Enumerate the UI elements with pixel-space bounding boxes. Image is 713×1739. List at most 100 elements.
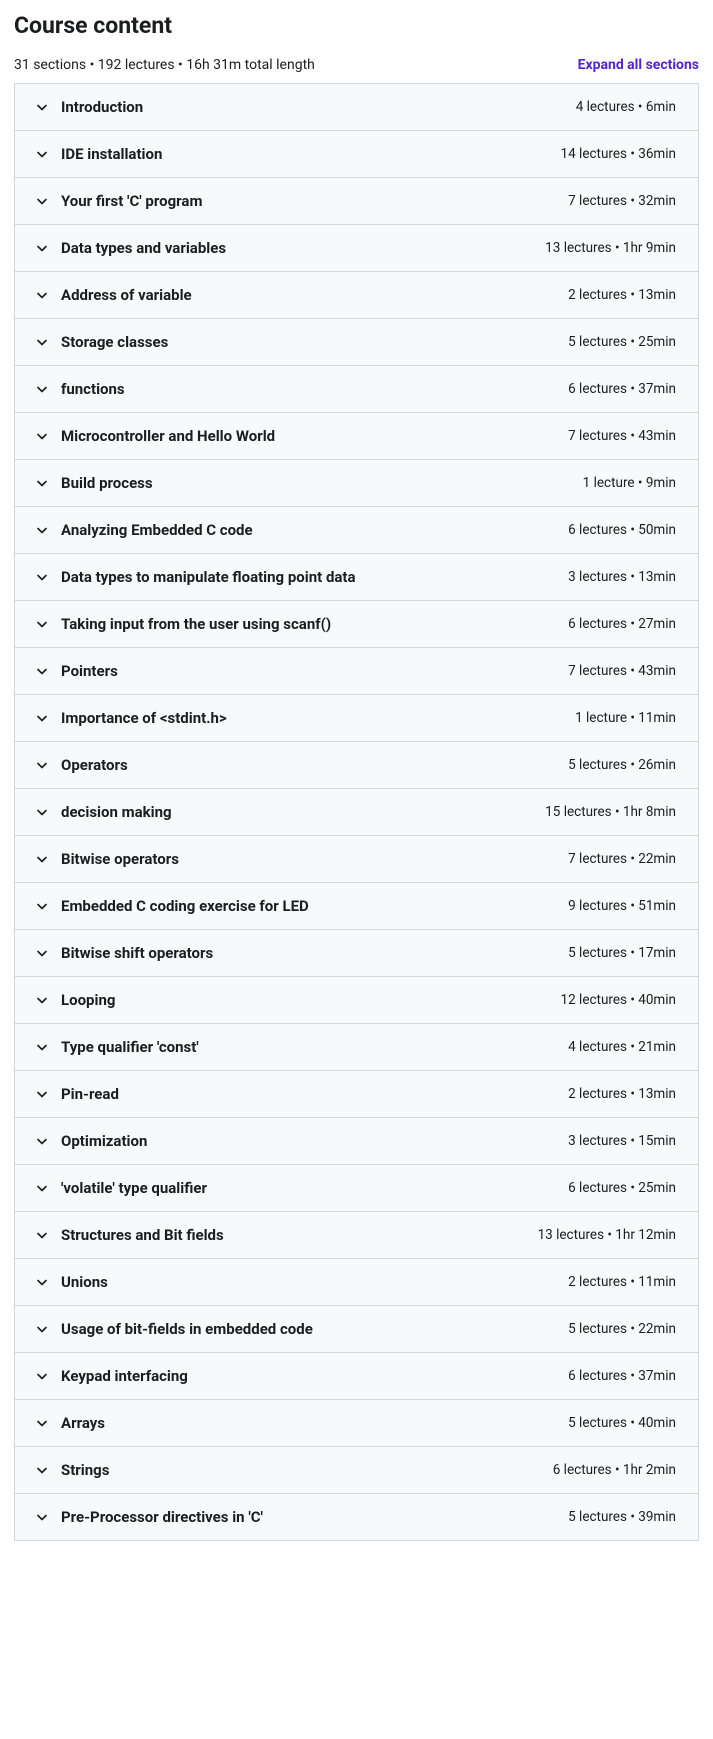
section-row[interactable]: decision making 15 lectures • 1hr 8min bbox=[15, 789, 698, 836]
section-left: Taking input from the user using scanf() bbox=[37, 615, 331, 633]
section-left: Pointers bbox=[37, 662, 118, 680]
section-meta: 3 lectures • 13min bbox=[568, 569, 676, 585]
section-title: Pin-read bbox=[61, 1085, 119, 1103]
section-left: Your first 'C' program bbox=[37, 192, 202, 210]
chevron-down-icon bbox=[37, 572, 47, 582]
section-title: Structures and Bit fields bbox=[61, 1226, 224, 1244]
section-left: Introduction bbox=[37, 98, 143, 116]
section-row[interactable]: Introduction 4 lectures • 6min bbox=[15, 84, 698, 131]
section-row[interactable]: Address of variable2 lectures • 13min bbox=[15, 272, 698, 319]
section-row[interactable]: 'volatile' type qualifier 6 lectures • 25… bbox=[15, 1165, 698, 1212]
section-title: Importance of <stdint.h> bbox=[61, 709, 227, 727]
chevron-down-icon bbox=[37, 854, 47, 864]
section-meta: 4 lectures • 21min bbox=[568, 1039, 676, 1055]
section-left: Optimization bbox=[37, 1132, 147, 1150]
section-title: Keypad interfacing bbox=[61, 1367, 188, 1385]
chevron-down-icon bbox=[37, 713, 47, 723]
section-row[interactable]: Your first 'C' program7 lectures • 32min bbox=[15, 178, 698, 225]
section-meta: 9 lectures • 51min bbox=[568, 898, 676, 914]
section-row[interactable]: IDE installation 14 lectures • 36min bbox=[15, 131, 698, 178]
section-title: Embedded C coding exercise for LED bbox=[61, 897, 309, 915]
section-row[interactable]: Unions2 lectures • 11min bbox=[15, 1259, 698, 1306]
section-row[interactable]: Data types and variables13 lectures • 1h… bbox=[15, 225, 698, 272]
section-title: Your first 'C' program bbox=[61, 192, 202, 210]
section-meta: 5 lectures • 26min bbox=[568, 757, 676, 773]
section-left: Bitwise shift operators bbox=[37, 944, 213, 962]
section-meta: 6 lectures • 25min bbox=[568, 1180, 676, 1196]
section-row[interactable]: Data types to manipulate floating point … bbox=[15, 554, 698, 601]
section-row[interactable]: Importance of <stdint.h>1 lecture • 11mi… bbox=[15, 695, 698, 742]
section-left: Operators bbox=[37, 756, 128, 774]
section-row[interactable]: Optimization 3 lectures • 15min bbox=[15, 1118, 698, 1165]
section-row[interactable]: functions 6 lectures • 37min bbox=[15, 366, 698, 413]
section-title: IDE installation bbox=[61, 145, 162, 163]
section-meta: 7 lectures • 43min bbox=[568, 663, 676, 679]
section-row[interactable]: Analyzing Embedded C code6 lectures • 50… bbox=[15, 507, 698, 554]
section-meta: 6 lectures • 37min bbox=[568, 1368, 676, 1384]
section-meta: 5 lectures • 22min bbox=[568, 1321, 676, 1337]
chevron-down-icon bbox=[37, 619, 47, 629]
section-left: Embedded C coding exercise for LED bbox=[37, 897, 309, 915]
section-meta: 5 lectures • 40min bbox=[568, 1415, 676, 1431]
section-left: functions bbox=[37, 380, 125, 398]
expand-all-button[interactable]: Expand all sections bbox=[578, 57, 699, 73]
section-row[interactable]: Operators 5 lectures • 26min bbox=[15, 742, 698, 789]
section-row[interactable]: Build process 1 lecture • 9min bbox=[15, 460, 698, 507]
sections-list: Introduction 4 lectures • 6min IDE install… bbox=[14, 83, 699, 1541]
section-row[interactable]: Usage of bit-fields in embedded code5 le… bbox=[15, 1306, 698, 1353]
section-row[interactable]: Bitwise operators7 lectures • 22min bbox=[15, 836, 698, 883]
chevron-down-icon bbox=[37, 525, 47, 535]
chevron-down-icon bbox=[37, 1512, 47, 1522]
section-title: Arrays bbox=[61, 1414, 105, 1432]
section-meta: 7 lectures • 43min bbox=[568, 428, 676, 444]
chevron-down-icon bbox=[37, 243, 47, 253]
section-left: IDE installation bbox=[37, 145, 162, 163]
section-left: Type qualifier 'const' bbox=[37, 1038, 199, 1056]
section-meta: 5 lectures • 25min bbox=[568, 334, 676, 350]
section-left: Build process bbox=[37, 474, 153, 492]
section-left: Keypad interfacing bbox=[37, 1367, 188, 1385]
section-title: Operators bbox=[61, 756, 128, 774]
section-meta: 14 lectures • 36min bbox=[561, 146, 676, 162]
section-title: Storage classes bbox=[61, 333, 168, 351]
chevron-down-icon bbox=[37, 1089, 47, 1099]
section-row[interactable]: Microcontroller and Hello World7 lecture… bbox=[15, 413, 698, 460]
section-row[interactable]: Keypad interfacing 6 lectures • 37min bbox=[15, 1353, 698, 1400]
section-title: Analyzing Embedded C code bbox=[61, 521, 253, 539]
section-row[interactable]: Taking input from the user using scanf()… bbox=[15, 601, 698, 648]
section-left: Address of variable bbox=[37, 286, 192, 304]
chevron-down-icon bbox=[37, 1230, 47, 1240]
section-meta: 5 lectures • 17min bbox=[568, 945, 676, 961]
page-heading: Course content bbox=[14, 12, 699, 39]
chevron-down-icon bbox=[37, 948, 47, 958]
section-meta: 3 lectures • 15min bbox=[568, 1133, 676, 1149]
section-meta: 1 lecture • 9min bbox=[583, 475, 676, 491]
section-meta: 6 lectures • 37min bbox=[568, 381, 676, 397]
section-row[interactable]: Bitwise shift operators 5 lectures • 17mi… bbox=[15, 930, 698, 977]
section-row[interactable]: Arrays 5 lectures • 40min bbox=[15, 1400, 698, 1447]
section-row[interactable]: Pre-Processor directives in 'C'5 lecture… bbox=[15, 1494, 698, 1540]
section-meta: 15 lectures • 1hr 8min bbox=[545, 804, 676, 820]
section-left: 'volatile' type qualifier bbox=[37, 1179, 207, 1197]
section-title: Unions bbox=[61, 1273, 108, 1291]
section-row[interactable]: Strings6 lectures • 1hr 2min bbox=[15, 1447, 698, 1494]
section-row[interactable]: Pointers 7 lectures • 43min bbox=[15, 648, 698, 695]
section-row[interactable]: Structures and Bit fields13 lectures • 1… bbox=[15, 1212, 698, 1259]
chevron-down-icon bbox=[37, 384, 47, 394]
chevron-down-icon bbox=[37, 149, 47, 159]
section-left: Importance of <stdint.h> bbox=[37, 709, 227, 727]
section-row[interactable]: Embedded C coding exercise for LED 9 lect… bbox=[15, 883, 698, 930]
section-row[interactable]: Type qualifier 'const' 4 lectures • 21min bbox=[15, 1024, 698, 1071]
section-row[interactable]: Storage classes 5 lectures • 25min bbox=[15, 319, 698, 366]
section-left: Arrays bbox=[37, 1414, 105, 1432]
chevron-down-icon bbox=[37, 478, 47, 488]
section-row[interactable]: Looping12 lectures • 40min bbox=[15, 977, 698, 1024]
chevron-down-icon bbox=[37, 1277, 47, 1287]
section-left: decision making bbox=[37, 803, 172, 821]
section-meta: 5 lectures • 39min bbox=[568, 1509, 676, 1525]
section-left: Strings bbox=[37, 1461, 109, 1479]
section-left: Structures and Bit fields bbox=[37, 1226, 224, 1244]
section-row[interactable]: Pin-read2 lectures • 13min bbox=[15, 1071, 698, 1118]
section-meta: 4 lectures • 6min bbox=[576, 99, 676, 115]
section-meta: 12 lectures • 40min bbox=[561, 992, 676, 1008]
